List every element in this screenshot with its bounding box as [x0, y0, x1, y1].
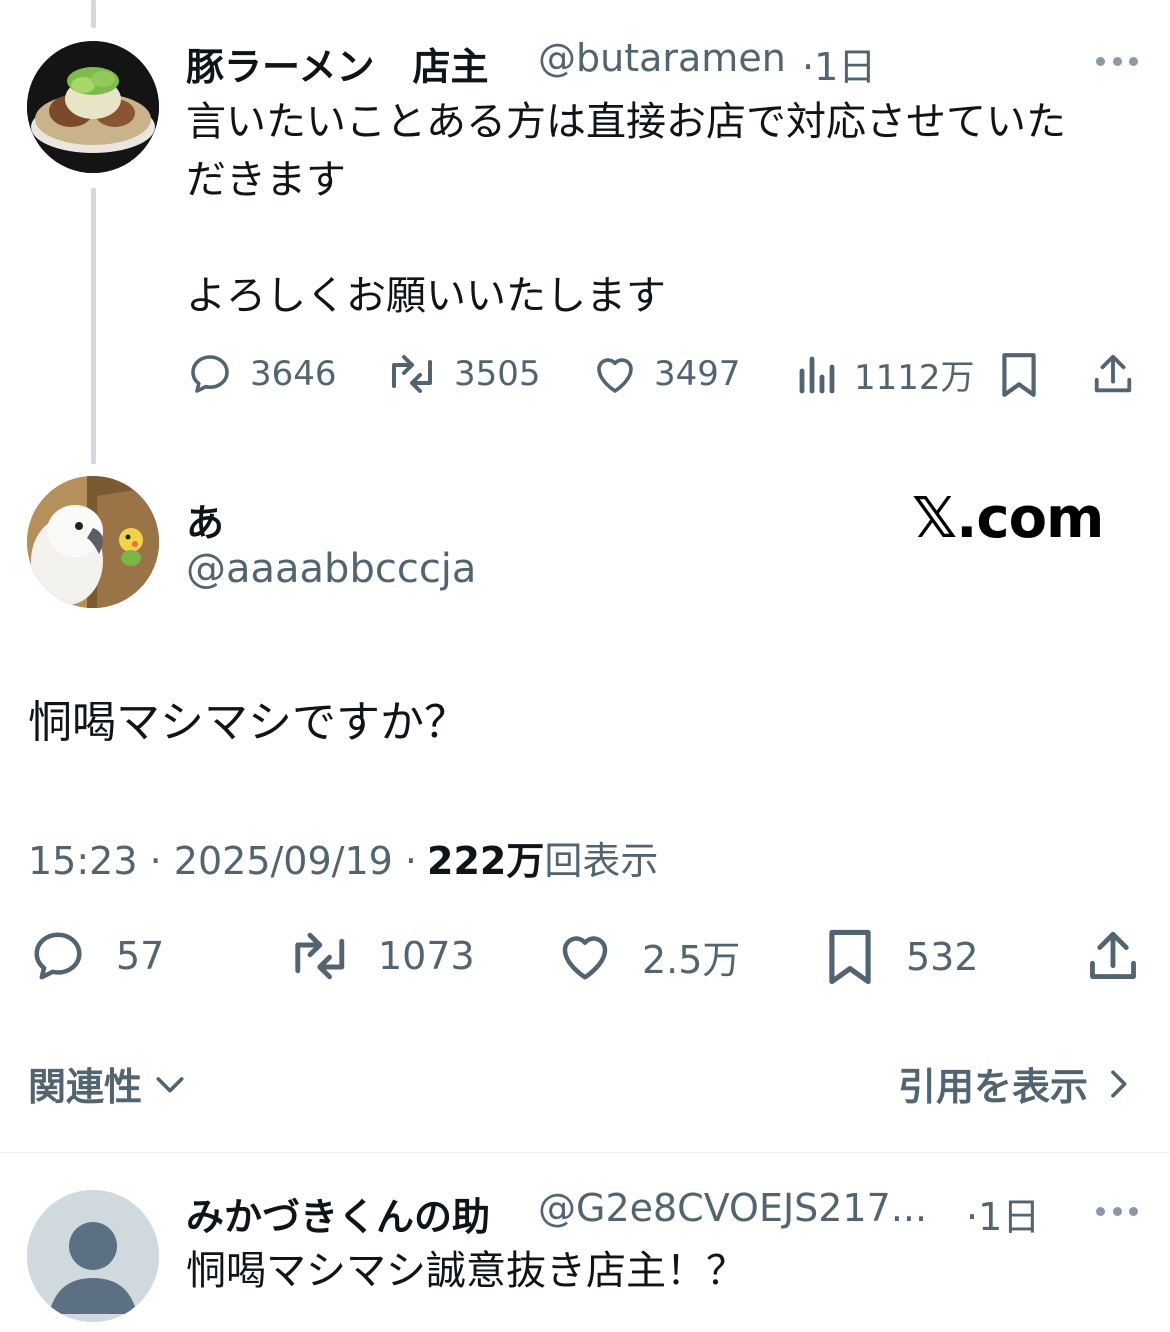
tweet-text-line2: だきます	[186, 157, 346, 203]
reply-icon	[34, 932, 82, 980]
views-count: 222万	[427, 839, 545, 883]
share-button[interactable]	[1090, 350, 1136, 398]
share-icon	[1094, 354, 1132, 393]
like-button[interactable]: 3497	[590, 350, 741, 398]
sort-dropdown[interactable]: 関連性	[28, 1056, 190, 1111]
reply-count: 3646	[250, 354, 337, 394]
like-count: 2.5万	[642, 937, 741, 982]
more-icon[interactable]	[1096, 54, 1138, 68]
bookmark-icon	[1002, 353, 1036, 397]
tweet-text: 恫喝マシマシですか？	[28, 697, 468, 748]
retweet-button[interactable]: 3505	[386, 350, 541, 398]
tweet-text: 恫喝マシマシ誠意抜き店主！？	[186, 1248, 746, 1294]
tweet-text-line3: よろしくお願いいたします	[186, 273, 666, 319]
bookmark-button[interactable]	[998, 350, 1040, 400]
bookmark-button[interactable]: 532	[824, 926, 979, 988]
author-name[interactable]: 豚ラーメン 店主	[186, 36, 488, 91]
view-quotes-link[interactable]: 引用を表示	[898, 1056, 1138, 1111]
thread-line-top	[91, 0, 96, 28]
heart-icon	[562, 936, 608, 980]
more-icon[interactable]	[1096, 1204, 1138, 1218]
retweet-button[interactable]: 1073	[288, 926, 475, 986]
view-quotes-label: 引用を表示	[898, 1065, 1089, 1109]
heart-icon	[597, 358, 633, 393]
avatar-butaramen[interactable]	[27, 41, 159, 173]
thread-line	[91, 188, 96, 464]
separator-dot: ·	[404, 839, 418, 883]
retweet-icon	[392, 355, 432, 393]
divider	[0, 1152, 1170, 1153]
post-time[interactable]: ·1日	[966, 1186, 1040, 1241]
chevron-right-icon	[1111, 1070, 1127, 1097]
views-icon	[799, 356, 835, 393]
post-date: 2025/09/19	[173, 839, 393, 883]
tweet-text-line1: 言いたいことある方は直接お店で対応させていた	[186, 99, 1066, 145]
bookmark-count: 532	[906, 935, 979, 979]
reply-count: 57	[116, 934, 165, 978]
post-time[interactable]: ·1日	[802, 36, 876, 91]
separator-dot: ·	[149, 839, 162, 883]
author-handle[interactable]: @aaaabbcccja	[186, 546, 476, 592]
post-time: 15:23	[28, 839, 138, 883]
reply-button[interactable]: 57	[28, 926, 164, 986]
retweet-count: 3505	[454, 354, 541, 394]
reply-button[interactable]: 3646	[186, 350, 337, 398]
avatar-default[interactable]	[27, 1190, 159, 1322]
reply-icon	[191, 355, 229, 393]
avatar-aaaabbcccja[interactable]	[27, 476, 159, 608]
share-button[interactable]	[1084, 926, 1142, 986]
author-name[interactable]: あ	[186, 492, 224, 547]
chevron-down-icon	[156, 1076, 184, 1092]
sort-label: 関連性	[28, 1065, 143, 1109]
bookmark-icon	[829, 929, 871, 985]
retweet-count: 1073	[378, 934, 475, 978]
author-name[interactable]: みかづきくんの助	[186, 1186, 490, 1241]
tweet-timestamp[interactable]: 15:23 · 2025/09/19 · 222万回表示	[28, 830, 658, 885]
author-handle[interactable]: @butaramen	[538, 36, 786, 80]
views-button[interactable]: 1112万	[796, 350, 975, 399]
views-count: 1112万	[854, 358, 975, 398]
bird-image	[27, 476, 159, 608]
author-handle[interactable]: @G2e8CVOEJS217...	[538, 1186, 927, 1230]
like-count: 3497	[654, 354, 741, 394]
views-label: 回表示	[544, 839, 659, 883]
share-icon	[1090, 931, 1136, 979]
retweet-icon	[295, 932, 345, 980]
x-watermark: 𝕏.com	[912, 486, 1104, 551]
ramen-image	[27, 41, 159, 173]
default-avatar-icon	[27, 1190, 159, 1322]
like-button[interactable]: 2.5万	[554, 926, 740, 986]
